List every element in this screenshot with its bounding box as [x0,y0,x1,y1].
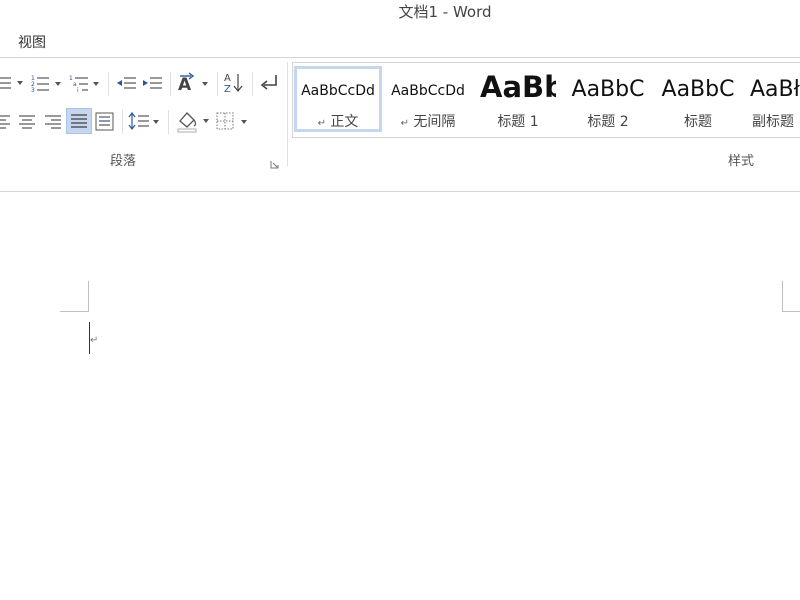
bullets-icon [0,77,23,89]
align-left-button[interactable] [0,110,14,132]
style-no-spacing-name: 无间隔 [413,114,456,130]
borders-icon [216,112,247,130]
numbering-button[interactable]: 1 2 3 [30,72,64,94]
style-title-name: 标题 [684,114,712,130]
style-heading-2[interactable]: AaBbC 标题 2 [564,66,652,132]
style-normal[interactable]: AaBbCcDd ↵ 正文 [294,66,382,132]
paint-bucket-icon [177,112,209,133]
ribbon: 1 2 3 1 a i A A Z 段落 AaBbCcDd ↵ 正文 AaBbC… [0,57,800,172]
page-corner-mark-left [60,281,89,312]
tab-view[interactable]: 视图 [18,32,46,52]
justify-button[interactable] [66,108,92,134]
style-title[interactable]: AaBbC 标题 [654,66,742,132]
style-heading-2-sample: AaBbC [571,77,645,102]
paragraph-mark-icon: ↵ [400,118,409,129]
group-separator [287,62,288,166]
title-bar: 文档1 - Word [0,0,800,24]
align-center-icon [19,115,35,129]
style-heading-1-sample: AaBb [480,70,556,104]
style-normal-name: 正文 [330,114,359,130]
align-right-icon [45,115,61,129]
style-heading-1[interactable]: AaBb 标题 1 [474,66,556,132]
sort-icon: A Z [224,73,243,95]
window-title: 文档1 - Word [398,3,492,21]
ruler-area [0,171,800,192]
paragraph-mark: ↵ [90,335,99,346]
style-subtitle-sample: AaBł [750,77,800,102]
borders-button[interactable] [214,110,250,132]
multilevel-list-icon: 1 a i [69,75,99,94]
align-left-icon [0,115,10,129]
decrease-indent-icon [117,77,136,89]
line-spacing-button[interactable] [128,110,162,132]
separator [217,72,218,96]
document-area[interactable]: ↵ [0,192,800,600]
style-no-spacing-sample: AaBbCcDd [391,83,465,99]
shading-button[interactable] [176,108,212,134]
separator [252,72,253,96]
show-marks-button[interactable] [257,72,281,94]
style-title-sample: AaBbC [661,77,735,102]
distributed-icon [95,112,114,131]
text-direction-button[interactable]: A [176,71,210,95]
svg-text:Z: Z [224,84,231,95]
align-right-button[interactable] [42,110,64,132]
style-subtitle-name: 副标题 [752,114,794,130]
svg-text:i: i [77,87,79,94]
style-subtitle[interactable]: AaBł 副标题 [746,66,800,132]
align-center-button[interactable] [16,110,38,132]
ribbon-tab-row: 视图 [0,24,800,56]
separator [168,110,169,134]
bullets-button[interactable] [0,72,28,94]
separator [108,72,109,96]
numbering-icon: 1 2 3 [31,75,61,94]
styles-group-label: 样式 [728,154,755,169]
style-no-spacing[interactable]: AaBbCcDd ↵ 无间隔 [384,66,472,132]
paragraph-group-label: 段落 [110,154,137,169]
multilevel-list-button[interactable]: 1 a i [68,72,102,94]
svg-text:3: 3 [31,87,35,94]
distributed-button[interactable] [94,110,116,132]
svg-text:A: A [224,73,231,84]
page-corner-mark-right [782,281,800,312]
dialog-launcher-icon [270,161,279,169]
text-direction-icon: A [178,72,208,95]
justify-icon [71,114,87,128]
increase-indent-icon [143,77,162,89]
increase-indent-button[interactable] [141,72,165,94]
style-heading-2-name: 标题 2 [587,114,629,130]
sort-button[interactable]: A Z [222,70,246,96]
style-heading-1-name: 标题 1 [497,114,539,130]
paragraph-mark-icon [260,75,277,90]
decrease-indent-button[interactable] [115,72,139,94]
separator [170,72,171,96]
style-normal-sample: AaBbCcDd [301,83,375,99]
line-spacing-icon [128,112,159,130]
paragraph-mark-icon: ↵ [317,118,326,129]
separator [122,110,123,134]
paragraph-dialog-launcher[interactable] [270,155,280,169]
